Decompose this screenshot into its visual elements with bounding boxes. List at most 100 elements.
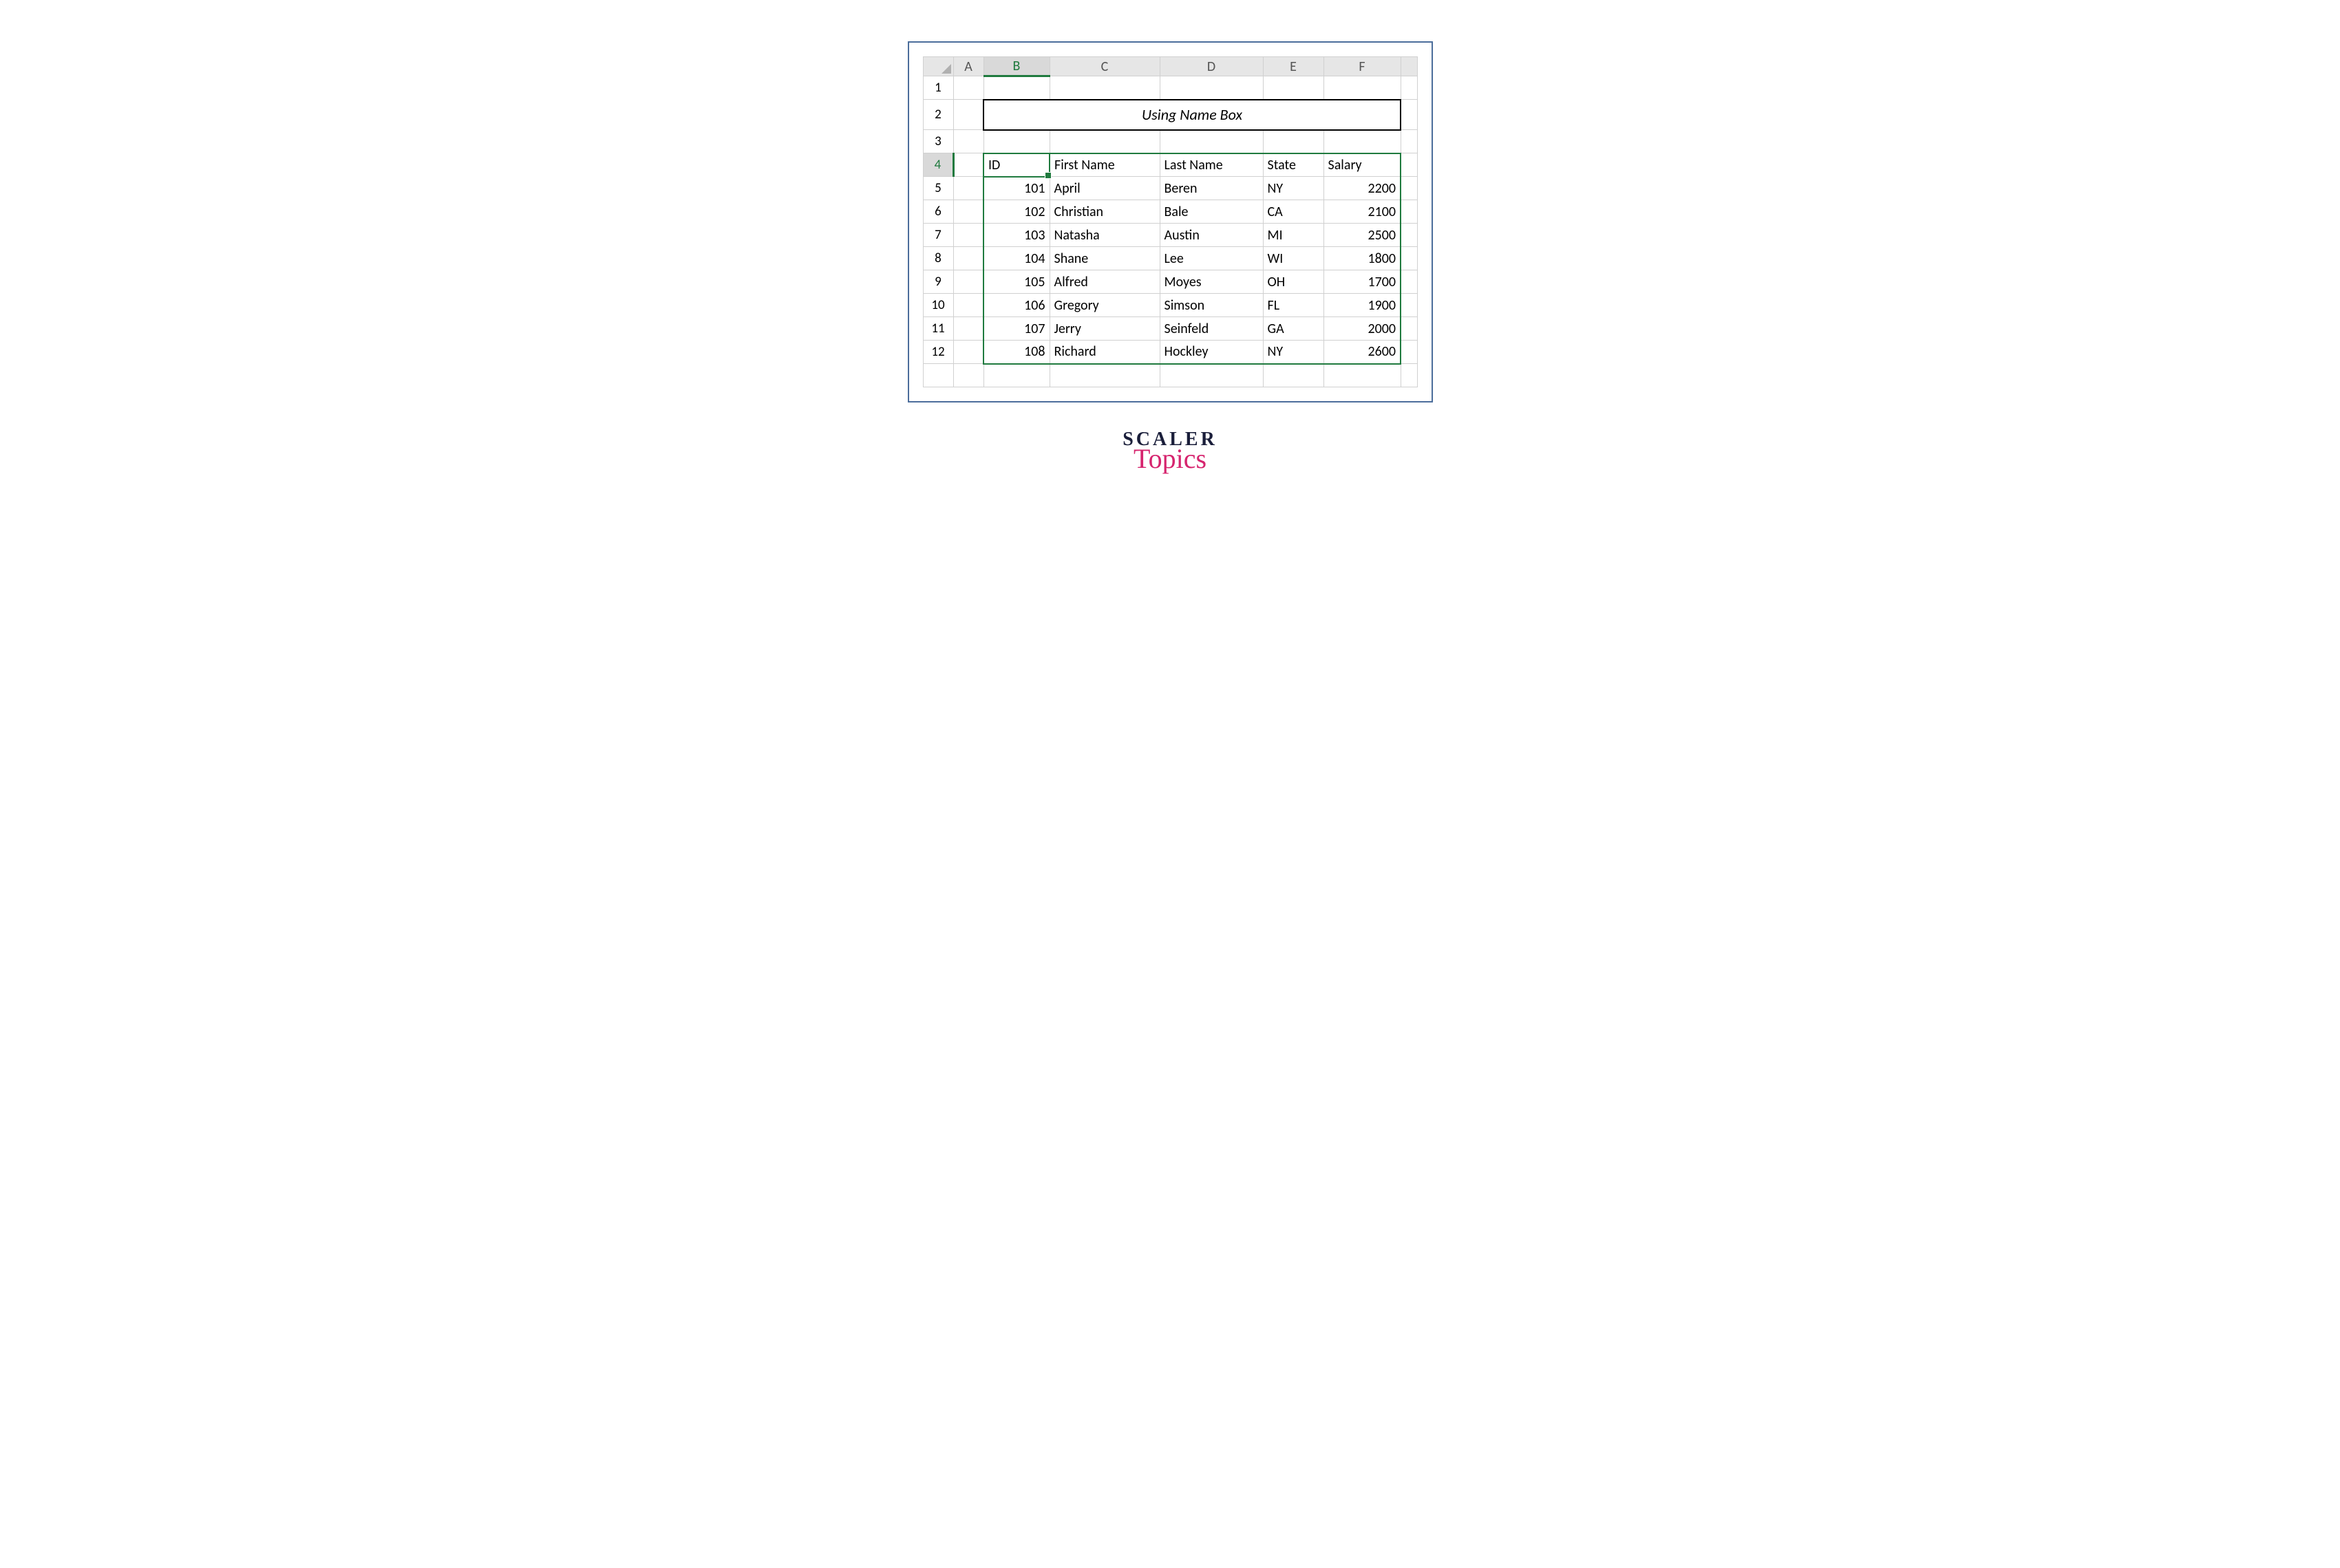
cell[interactable]: 102 xyxy=(983,200,1050,224)
col-header-E[interactable]: E xyxy=(1263,57,1323,76)
cell[interactable] xyxy=(1050,76,1160,100)
cell[interactable] xyxy=(1050,364,1160,387)
cell[interactable]: 103 xyxy=(983,224,1050,247)
cell[interactable] xyxy=(1050,130,1160,153)
cell[interactable]: Seinfeld xyxy=(1160,317,1263,341)
cell[interactable]: FL xyxy=(1263,294,1323,317)
row-header-12[interactable]: 12 xyxy=(923,341,953,364)
cell[interactable] xyxy=(1401,153,1417,177)
cell[interactable] xyxy=(983,76,1050,100)
cell[interactable] xyxy=(953,100,983,130)
cell[interactable] xyxy=(1401,100,1417,130)
cell[interactable]: Alfred xyxy=(1050,270,1160,294)
cell[interactable]: Lee xyxy=(1160,247,1263,270)
cell[interactable]: Moyes xyxy=(1160,270,1263,294)
cell[interactable]: 105 xyxy=(983,270,1050,294)
row-header-3[interactable]: 3 xyxy=(923,130,953,153)
cell[interactable]: WI xyxy=(1263,247,1323,270)
cell[interactable] xyxy=(953,341,983,364)
cell[interactable] xyxy=(1401,270,1417,294)
cell[interactable] xyxy=(953,200,983,224)
col-header-F[interactable]: F xyxy=(1323,57,1401,76)
row-header-7[interactable]: 7 xyxy=(923,224,953,247)
cell[interactable] xyxy=(953,130,983,153)
col-header-D[interactable]: D xyxy=(1160,57,1263,76)
cell[interactable] xyxy=(953,153,983,177)
row-header-11[interactable]: 11 xyxy=(923,317,953,341)
cell[interactable]: 101 xyxy=(983,177,1050,200)
cell[interactable]: 108 xyxy=(983,341,1050,364)
cell[interactable]: Natasha xyxy=(1050,224,1160,247)
cell-D4[interactable]: Last Name xyxy=(1160,153,1263,177)
cell[interactable] xyxy=(1401,364,1417,387)
cell[interactable] xyxy=(953,76,983,100)
cell[interactable]: 1900 xyxy=(1323,294,1401,317)
cell[interactable] xyxy=(983,130,1050,153)
cell[interactable] xyxy=(1160,76,1263,100)
cell-F4[interactable]: Salary xyxy=(1323,153,1401,177)
row-header-blank[interactable] xyxy=(923,364,953,387)
cell[interactable] xyxy=(1263,130,1323,153)
cell[interactable] xyxy=(953,317,983,341)
cell[interactable]: NY xyxy=(1263,341,1323,364)
cell[interactable]: 1700 xyxy=(1323,270,1401,294)
cell[interactable] xyxy=(1401,247,1417,270)
cell[interactable]: 2000 xyxy=(1323,317,1401,341)
cell-B4-active[interactable]: ID xyxy=(983,153,1050,177)
cell[interactable] xyxy=(1263,364,1323,387)
cell[interactable] xyxy=(1401,200,1417,224)
cell[interactable]: Shane xyxy=(1050,247,1160,270)
cell[interactable]: NY xyxy=(1263,177,1323,200)
cell[interactable]: Bale xyxy=(1160,200,1263,224)
row-header-1[interactable]: 1 xyxy=(923,76,953,100)
row-header-2[interactable]: 2 xyxy=(923,100,953,130)
cell[interactable] xyxy=(1323,76,1401,100)
cell[interactable]: OH xyxy=(1263,270,1323,294)
select-all-corner[interactable] xyxy=(923,57,953,76)
cell[interactable] xyxy=(953,224,983,247)
cell[interactable]: 2500 xyxy=(1323,224,1401,247)
row-header-10[interactable]: 10 xyxy=(923,294,953,317)
cell[interactable] xyxy=(953,247,983,270)
row-header-6[interactable]: 6 xyxy=(923,200,953,224)
cell[interactable] xyxy=(1401,177,1417,200)
row-header-9[interactable]: 9 xyxy=(923,270,953,294)
cell[interactable] xyxy=(1323,364,1401,387)
cell[interactable]: Hockley xyxy=(1160,341,1263,364)
cell[interactable] xyxy=(1401,317,1417,341)
col-header-A[interactable]: A xyxy=(953,57,983,76)
row-header-4[interactable]: 4 xyxy=(923,153,953,177)
cell[interactable] xyxy=(1401,224,1417,247)
cell[interactable] xyxy=(953,364,983,387)
cell[interactable]: 106 xyxy=(983,294,1050,317)
cell[interactable]: 2100 xyxy=(1323,200,1401,224)
cell[interactable]: CA xyxy=(1263,200,1323,224)
cell[interactable]: Jerry xyxy=(1050,317,1160,341)
cell[interactable]: 107 xyxy=(983,317,1050,341)
cell[interactable]: Beren xyxy=(1160,177,1263,200)
cell[interactable] xyxy=(1323,130,1401,153)
cell[interactable]: April xyxy=(1050,177,1160,200)
cell[interactable]: Austin xyxy=(1160,224,1263,247)
cell[interactable] xyxy=(1160,130,1263,153)
col-header-C[interactable]: C xyxy=(1050,57,1160,76)
cell[interactable]: Simson xyxy=(1160,294,1263,317)
cell[interactable] xyxy=(1401,341,1417,364)
col-header-B[interactable]: B xyxy=(983,57,1050,76)
row-header-5[interactable]: 5 xyxy=(923,177,953,200)
cell[interactable] xyxy=(1401,76,1417,100)
cell[interactable]: Richard xyxy=(1050,341,1160,364)
cell[interactable]: GA xyxy=(1263,317,1323,341)
cell[interactable] xyxy=(953,177,983,200)
cell[interactable]: Christian xyxy=(1050,200,1160,224)
cell-E4[interactable]: State xyxy=(1263,153,1323,177)
cell[interactable] xyxy=(953,270,983,294)
cell[interactable] xyxy=(953,294,983,317)
cell[interactable]: Gregory xyxy=(1050,294,1160,317)
cell[interactable] xyxy=(1401,294,1417,317)
col-header-extra[interactable] xyxy=(1401,57,1417,76)
cell[interactable]: 1800 xyxy=(1323,247,1401,270)
cell[interactable] xyxy=(983,364,1050,387)
cell[interactable] xyxy=(1160,364,1263,387)
cell[interactable]: 2200 xyxy=(1323,177,1401,200)
